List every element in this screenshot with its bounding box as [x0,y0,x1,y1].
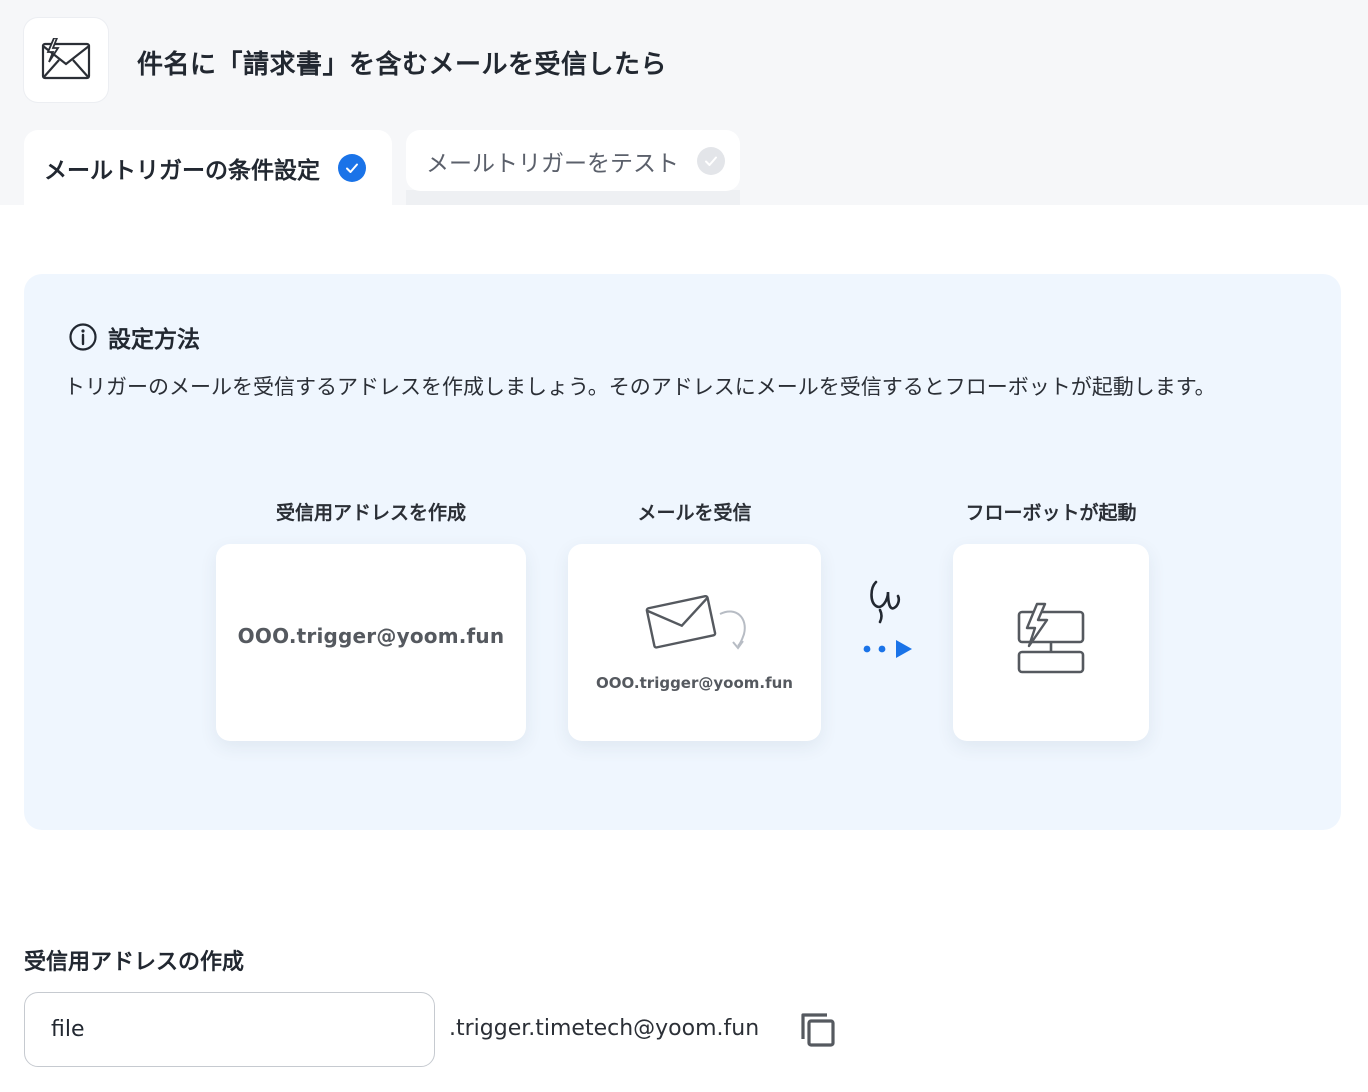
step-title-flowbot-start: フローボットが起動 [965,502,1137,524]
page-title: 件名に「請求書」を含むメールを受信したら [137,50,668,80]
sample-address: OOO.trigger@yoom.fun [237,624,505,648]
flowbot-icon [1017,602,1085,674]
tab-divider [406,190,740,205]
step-title-receive-mail: メールを受信 [637,502,752,524]
setup-guide-panel: 設定方法 トリガーのメールを受信するアドレスを作成しましょう。そのアドレスにメー… [24,274,1341,830]
mail-trigger-icon [41,38,91,80]
copy-address-button[interactable] [798,1010,838,1050]
trigger-app-icon [24,18,108,102]
setup-guide-heading-text: 設定方法 [108,327,200,353]
step-card-receive-mail: OOO.trigger@yoom.fun [568,544,821,741]
step-card-create-address: OOO.trigger@yoom.fun [216,544,526,741]
check-circle-icon [697,146,725,175]
address-prefix-input[interactable] [24,992,435,1067]
tab-label: メールトリガーの条件設定 [44,157,320,184]
address-section-title: 受信用アドレスの作成 [24,950,245,975]
setup-guide-description: トリガーのメールを受信するアドレスを作成しましょう。そのアドレスにメールを受信す… [64,375,1216,399]
check-circle-icon [338,153,366,182]
address-suffix: .trigger.timetech@yoom.fun [449,1016,760,1041]
step-title-create-address: 受信用アドレスを作成 [275,502,466,524]
sample-address: OOO.trigger@yoom.fun [596,674,793,692]
tab-trigger-conditions[interactable]: メールトリガーの条件設定 [24,130,392,205]
arrow-flow-icon [863,580,912,658]
tab-trigger-test[interactable]: メールトリガーをテスト [406,130,740,191]
copy-icon [801,1013,835,1047]
envelope-icon [645,594,746,650]
step-card-flowbot-start [953,544,1149,741]
tab-label: メールトリガーをテスト [426,150,679,177]
setup-guide-heading: 設定方法 [68,320,200,354]
info-icon [69,323,97,351]
